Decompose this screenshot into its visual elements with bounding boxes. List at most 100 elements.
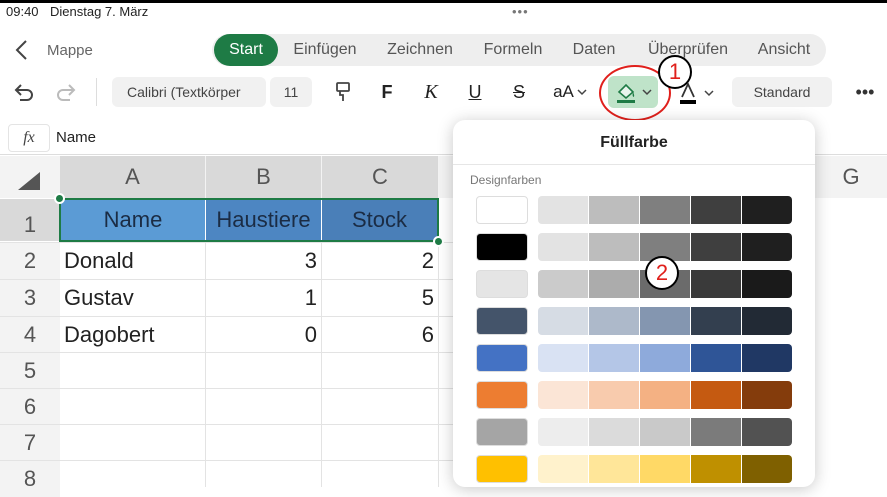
color-swatch-r4-c2[interactable] — [538, 307, 588, 335]
color-swatch-r6-c5[interactable] — [691, 381, 741, 409]
color-swatch-r8-c4[interactable] — [640, 455, 690, 483]
color-swatch-r4-c6[interactable] — [742, 307, 792, 335]
color-swatch-r8-c3[interactable] — [589, 455, 639, 483]
strikethrough-button[interactable]: S — [506, 79, 532, 105]
tab-start[interactable]: Start — [214, 34, 278, 66]
tab-ansicht[interactable]: Ansicht — [748, 34, 820, 66]
color-swatch-r6-c1[interactable] — [476, 381, 528, 409]
cell-a2[interactable]: Donald — [60, 243, 205, 279]
top-edge-line — [0, 0, 887, 3]
color-swatch-r4-c3[interactable] — [589, 307, 639, 335]
row-header-4[interactable]: 4 — [0, 317, 60, 353]
bold-button[interactable]: F — [374, 79, 400, 105]
color-swatch-r8-c6[interactable] — [742, 455, 792, 483]
status-date: Dienstag 7. März — [50, 4, 149, 19]
underline-button[interactable]: U — [462, 79, 488, 105]
tab-formeln[interactable]: Formeln — [474, 34, 552, 66]
annotation-marker-2: 2 — [645, 256, 679, 290]
color-swatch-r5-c5[interactable] — [691, 344, 741, 372]
color-swatch-r1-c3[interactable] — [589, 196, 639, 224]
color-swatch-r4-c1[interactable] — [476, 307, 528, 335]
popover-section-label: Designfarben — [470, 173, 542, 187]
color-swatch-r6-c4[interactable] — [640, 381, 690, 409]
color-swatch-r8-c5[interactable] — [691, 455, 741, 483]
color-swatch-r5-c4[interactable] — [640, 344, 690, 372]
cell-c2[interactable]: 2 — [322, 243, 438, 279]
cell-b4[interactable]: 0 — [206, 317, 321, 353]
color-swatch-r5-c3[interactable] — [589, 344, 639, 372]
color-swatch-r7-c2[interactable] — [538, 418, 588, 446]
color-swatch-r7-c5[interactable] — [691, 418, 741, 446]
tab-einfuegen[interactable]: Einfügen — [282, 34, 368, 66]
color-swatch-r2-c2[interactable] — [538, 233, 588, 261]
color-swatch-r8-c1[interactable] — [476, 455, 528, 483]
color-swatch-r6-c2[interactable] — [538, 381, 588, 409]
back-chevron-icon[interactable] — [12, 38, 32, 62]
color-swatch-r7-c1[interactable] — [476, 418, 528, 446]
format-painter-icon[interactable] — [330, 79, 356, 105]
select-all-corner-icon[interactable] — [18, 172, 40, 190]
color-swatch-r3-c5[interactable] — [691, 270, 741, 298]
color-swatch-r2-c6[interactable] — [742, 233, 792, 261]
font-name-field[interactable]: Calibri (Textkörper — [112, 77, 266, 107]
formula-input[interactable]: Name — [56, 129, 96, 146]
row-header-8[interactable]: 8 — [0, 461, 60, 497]
color-swatch-r7-c3[interactable] — [589, 418, 639, 446]
document-title[interactable]: Mappe — [47, 42, 93, 59]
selection-handle-top-left[interactable] — [54, 193, 65, 204]
color-swatch-r4-c5[interactable] — [691, 307, 741, 335]
color-swatch-r5-c6[interactable] — [742, 344, 792, 372]
tab-daten[interactable]: Daten — [562, 34, 626, 66]
grid-line — [438, 242, 439, 487]
font-size-aa-button[interactable]: aA — [550, 79, 590, 105]
font-color-button[interactable] — [672, 79, 718, 107]
font-size-field[interactable]: 11 — [270, 77, 312, 107]
color-swatch-r5-c2[interactable] — [538, 344, 588, 372]
multitasking-dots[interactable]: ••• — [512, 4, 529, 19]
color-swatch-r5-c1[interactable] — [476, 344, 528, 372]
cell-c4[interactable]: 6 — [322, 317, 438, 353]
color-swatch-r1-c1[interactable] — [476, 196, 528, 224]
color-swatch-r3-c3[interactable] — [589, 270, 639, 298]
redo-icon[interactable] — [54, 80, 80, 106]
column-header-a[interactable]: A — [60, 156, 205, 198]
undo-icon[interactable] — [10, 80, 36, 106]
toolbar-divider — [96, 78, 97, 106]
color-swatch-r6-c3[interactable] — [589, 381, 639, 409]
row-header-3[interactable]: 3 — [0, 280, 60, 316]
color-swatch-r2-c3[interactable] — [589, 233, 639, 261]
color-swatch-r4-c4[interactable] — [640, 307, 690, 335]
chevron-down-icon — [577, 89, 587, 96]
column-header-g[interactable]: G — [815, 156, 887, 198]
cell-b3[interactable]: 1 — [206, 280, 321, 316]
color-swatch-r7-c6[interactable] — [742, 418, 792, 446]
cell-a3[interactable]: Gustav — [60, 280, 205, 316]
row-header-2[interactable]: 2 — [0, 243, 60, 279]
cell-a4[interactable]: Dagobert — [60, 317, 205, 353]
color-swatch-r7-c4[interactable] — [640, 418, 690, 446]
column-header-c[interactable]: C — [322, 156, 438, 198]
color-swatch-r1-c5[interactable] — [691, 196, 741, 224]
color-swatch-r6-c6[interactable] — [742, 381, 792, 409]
italic-button[interactable]: K — [418, 79, 444, 105]
fx-button[interactable]: fx — [8, 124, 50, 152]
color-swatch-r8-c2[interactable] — [538, 455, 588, 483]
more-options-button[interactable]: ••• — [850, 80, 880, 104]
color-swatch-r3-c2[interactable] — [538, 270, 588, 298]
color-swatch-r2-c5[interactable] — [691, 233, 741, 261]
cell-b2[interactable]: 3 — [206, 243, 321, 279]
row-header-7[interactable]: 7 — [0, 425, 60, 461]
color-swatch-r1-c6[interactable] — [742, 196, 792, 224]
cell-c3[interactable]: 5 — [322, 280, 438, 316]
color-swatch-r3-c6[interactable] — [742, 270, 792, 298]
color-swatch-r2-c1[interactable] — [476, 233, 528, 261]
color-swatch-r1-c4[interactable] — [640, 196, 690, 224]
column-header-b[interactable]: B — [206, 156, 321, 198]
row-header-1[interactable]: 1 — [0, 199, 60, 241]
number-format-dropdown[interactable]: Standard — [732, 77, 832, 107]
color-swatch-r1-c2[interactable] — [538, 196, 588, 224]
tab-zeichnen[interactable]: Zeichnen — [376, 34, 464, 66]
color-swatch-r3-c1[interactable] — [476, 270, 528, 298]
row-header-5[interactable]: 5 — [0, 353, 60, 389]
row-header-6[interactable]: 6 — [0, 389, 60, 425]
